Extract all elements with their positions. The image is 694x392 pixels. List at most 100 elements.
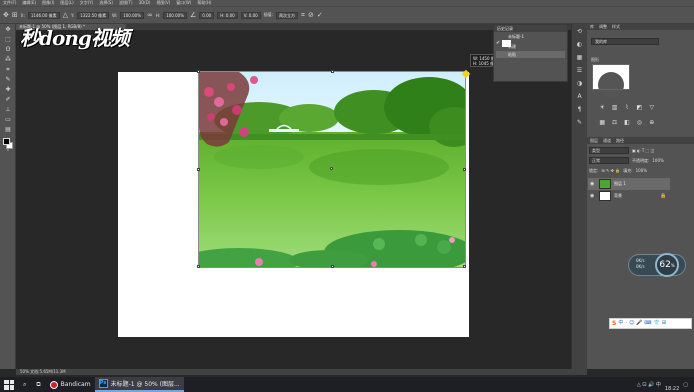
commit-transform-icon[interactable]: ✓ [317,11,323,19]
layer-kind-filter[interactable]: 类型 [589,147,629,154]
taskbar-app-label: Bandicam [60,381,91,388]
rotate-angle-field[interactable]: 0.00 [199,11,215,19]
move-tool-icon[interactable]: ✥ [4,26,12,34]
channel-mixer-icon[interactable]: ⊕ [647,119,657,132]
history-panel-icon[interactable]: ⟲ [575,27,584,36]
taskbar-app-photoshop[interactable]: Ps 未标题-1 @ 50% (图层... [94,377,184,392]
lasso-tool-icon[interactable]: ʘ [4,46,12,54]
ime-punctuation[interactable]: · [625,319,627,328]
transform-handle-right[interactable] [463,168,466,171]
healing-brush-icon[interactable]: ✚ [4,86,12,94]
opacity-field[interactable]: 100% [652,157,663,164]
cancel-transform-icon[interactable]: ⊘ [308,11,314,19]
tab-library[interactable]: 库 [590,24,594,30]
transform-handle-left[interactable] [197,168,200,171]
levels-icon[interactable]: ▥ [609,104,619,117]
transform-handle-top-left[interactable] [197,70,200,73]
lock-label: 锁定: [589,168,599,173]
x-position-field[interactable]: 1146.00 像素 [27,11,60,19]
transform-handle-bottom[interactable] [331,265,334,268]
taskbar-clock[interactable]: 18:22 [665,375,679,392]
input-method-bar[interactable]: S 中 · ☺ 🎤 ⌨ 👕 ⊞ [609,318,692,329]
layer-thumbnail [599,191,611,201]
windows-start-icon[interactable] [4,379,14,390]
foreground-color-swatch[interactable] [3,138,10,145]
gradient-tool-icon[interactable]: ▤ [4,126,12,134]
brush-tool-icon[interactable]: ✐ [4,96,12,104]
swatches-panel-icon[interactable]: ▦ [575,53,584,62]
lock-icons[interactable]: ⊞ ✎ ✥ 🔒 [601,167,620,174]
warp-mode-icon[interactable]: ⌗ [301,11,305,19]
blend-mode-select[interactable]: 正常 [589,157,629,164]
opacity-label: 不透明度: [632,158,650,163]
tab-adjustments[interactable]: 调整 [599,24,607,30]
character-panel-icon[interactable]: A [575,92,584,101]
taskbar-app-label: 未标题-1 @ 50% (图层... [110,381,180,388]
layer-row-background[interactable]: ◉ 背景 [588,190,670,202]
stamp-tool-icon[interactable]: ⊥ [4,106,12,114]
library-dropdown[interactable]: 我的库 [591,38,659,45]
history-row-paste[interactable]: 粘贴 [496,51,565,58]
paragraph-panel-icon[interactable]: ¶ [575,105,584,114]
ime-voice-icon[interactable]: 🎤 [636,319,642,328]
visibility-eye-icon[interactable]: ◉ [590,181,596,187]
brush-panel-icon[interactable]: ✎ [575,118,584,127]
color-balance-icon[interactable]: ⚖ [609,119,619,132]
filter-icons[interactable]: ▣ ◐ T ⬚ ◫ [632,147,654,154]
visibility-eye-icon[interactable]: ◉ [590,193,596,199]
tab-layers[interactable]: 图层 [590,137,598,144]
relative-delta-icon[interactable]: △ [63,11,68,19]
horizontal-skew-field[interactable]: H: 0.00 [217,11,238,19]
ime-mode-chinese[interactable]: 中 [618,319,623,328]
marquee-tool-icon[interactable]: ⬚ [4,36,12,44]
move-tool-icon: ✥ [3,10,9,19]
y-position-field[interactable]: 1322.50 像素 [77,11,110,19]
library-panel-tabs: 库 调整 样式 [587,24,694,30]
width-percent-field[interactable]: 100.00% [120,11,144,19]
reference-point-icon[interactable]: ⊞ [12,11,18,19]
transform-handle-bottom-right[interactable] [463,265,466,268]
ime-emoji-icon[interactable]: ☺ [629,319,634,328]
interpolation-select[interactable]: 两次立方 [276,11,299,19]
rotate-angle-icon: ∠ [190,10,197,19]
exposure-icon[interactable]: ◩ [634,104,644,117]
color-panel-icon[interactable]: ◐ [575,40,584,49]
link-aspect-icon[interactable]: ∞ [147,11,153,19]
system-tray: △ ⊡ 🔊 中 18:22 ▢ [637,375,694,392]
transform-center-point[interactable] [330,167,333,170]
properties-panel-icon[interactable]: ☰ [575,66,584,75]
photo-filter-icon[interactable]: ◎ [634,119,644,132]
eraser-tool-icon[interactable]: ▭ [4,116,12,124]
black-white-icon[interactable]: ◧ [622,119,632,132]
taskbar-app-bandicam[interactable]: Bandicam [46,377,95,392]
tab-styles[interactable]: 样式 [612,24,620,30]
layer-row-layer1[interactable]: ◉ 图层 1 [588,178,670,190]
curves-icon[interactable]: ⌇ [622,104,632,117]
vibrance-icon[interactable]: ▽ [647,104,657,117]
history-brush-icon[interactable]: ✔ [496,40,500,46]
vertical-skew-field[interactable]: V: 0.00 [240,11,261,19]
layer-name: 背景 [614,193,622,198]
notification-icon[interactable]: ▢ [683,382,688,388]
cpu-usage-gauge: 62% [655,253,679,277]
eyedropper-tool-icon[interactable]: ✎ [4,76,12,84]
transform-handle-bottom-left[interactable] [197,265,200,268]
crop-tool-icon[interactable]: ⌗ [4,66,12,74]
transform-handle-top[interactable] [331,70,334,73]
brightness-icon[interactable]: ☀ [597,104,607,117]
ime-toolbox-icon[interactable]: ⊞ [662,319,666,328]
magic-wand-tool-icon[interactable]: ⁂ [4,56,12,64]
adjustments-panel-icon[interactable]: ◑ [575,79,584,88]
task-view-icon[interactable]: ⧉ [31,377,45,392]
taskbar-search-icon[interactable]: ⌕ [18,377,31,392]
tab-channels[interactable]: 通道 [603,137,611,144]
fill-label: 填充: [623,168,633,173]
tab-paths[interactable]: 路径 [616,137,624,144]
ime-skin-icon[interactable]: 👕 [654,319,660,328]
clock-time: 18:22 [664,386,680,392]
hue-saturation-icon[interactable]: ▦ [597,119,607,132]
ime-keyboard-icon[interactable]: ⌨ [644,319,651,328]
tray-icons[interactable]: △ ⊡ 🔊 中 [637,382,661,388]
fill-field[interactable]: 100% [636,167,647,174]
height-percent-field[interactable]: 100.00% [163,11,187,19]
